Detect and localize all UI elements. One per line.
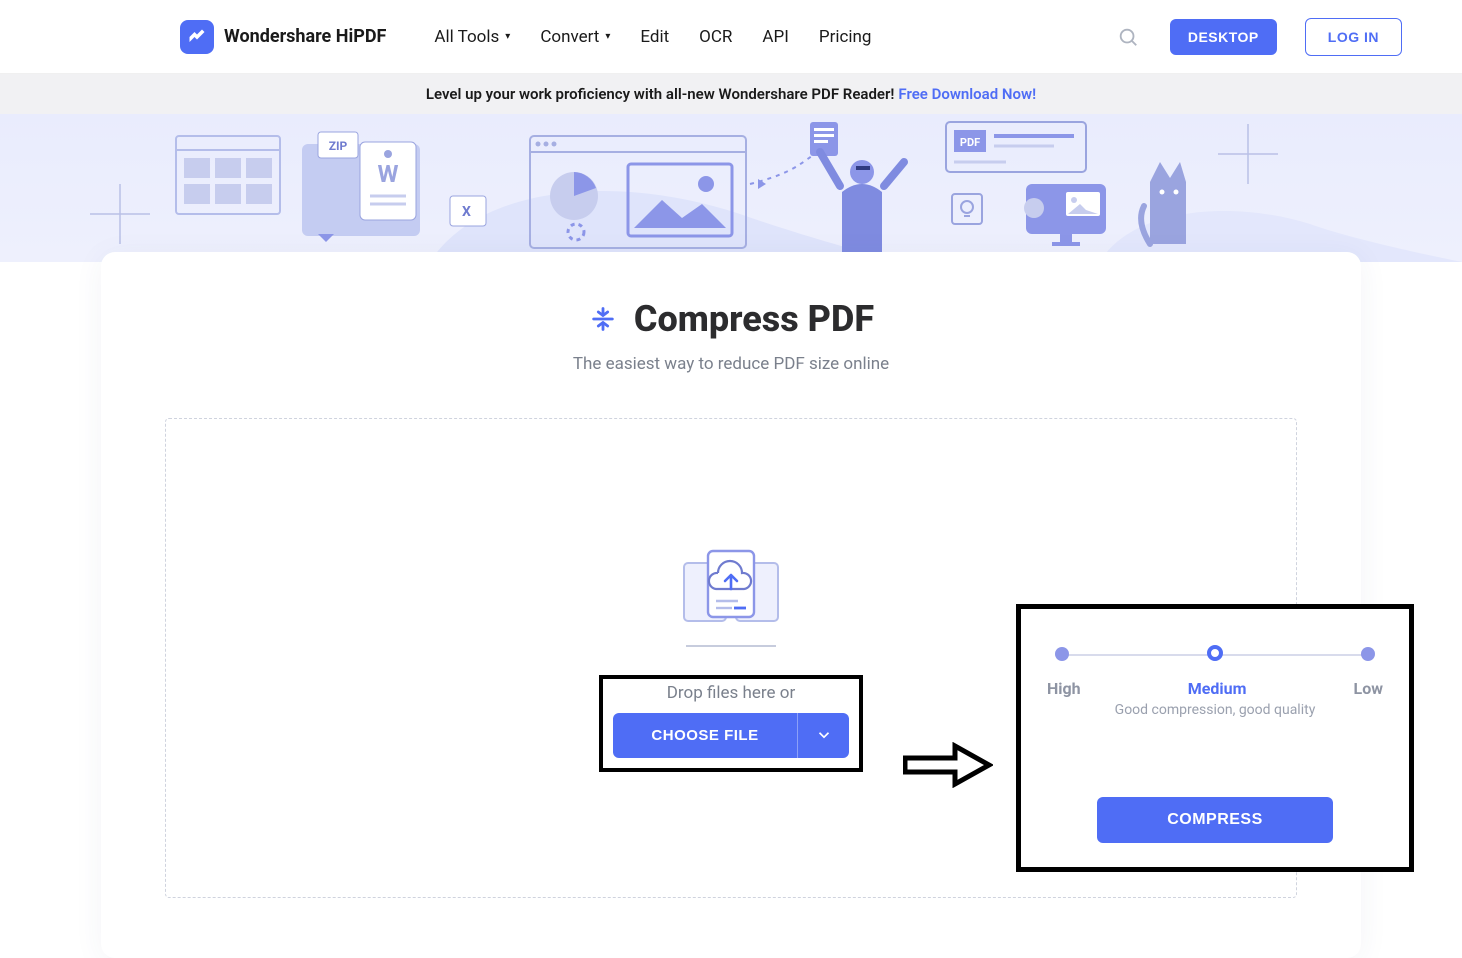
nav-all-tools-label: All Tools	[434, 27, 499, 47]
svg-text:X: X	[462, 204, 471, 220]
compress-button[interactable]: COMPRESS	[1097, 797, 1333, 843]
quality-description: Good compression, good quality	[1047, 702, 1383, 718]
nav-ocr[interactable]: OCR	[699, 27, 732, 47]
nav-convert[interactable]: Convert ▾	[540, 27, 610, 47]
search-icon[interactable]	[1114, 23, 1142, 51]
nav-api[interactable]: API	[762, 27, 788, 47]
compression-options-box: High Medium Low Good compression, good q…	[1016, 604, 1414, 872]
svg-text:W: W	[378, 160, 399, 188]
chevron-down-icon: ▾	[605, 31, 610, 42]
dropzone-hint: Drop files here or	[667, 683, 795, 703]
page-subtitle: The easiest way to reduce PDF size onlin…	[157, 354, 1305, 374]
header: Wondershare HiPDF All Tools ▾ Convert ▾ …	[0, 0, 1462, 74]
arrow-right-icon	[903, 742, 993, 788]
quality-slider[interactable]	[1053, 645, 1377, 665]
nav-pricing[interactable]: Pricing	[819, 27, 872, 47]
upload-cloud-icon	[676, 545, 786, 635]
divider	[686, 645, 776, 647]
choose-file-group: CHOOSE FILE	[613, 713, 849, 758]
brand-icon	[180, 20, 214, 54]
nav-edit[interactable]: Edit	[640, 27, 669, 47]
chevron-down-icon: ▾	[505, 31, 510, 42]
quality-label-medium[interactable]: Medium	[1188, 679, 1247, 698]
svg-text:PDF: PDF	[960, 136, 980, 149]
promo-bar: Level up your work proficiency with all-…	[0, 74, 1462, 114]
quality-label-low[interactable]: Low	[1354, 679, 1383, 698]
quality-high-dot[interactable]	[1055, 647, 1069, 661]
brand-logo[interactable]: Wondershare HiPDF	[180, 20, 386, 54]
desktop-button[interactable]: DESKTOP	[1170, 19, 1277, 55]
quality-labels: High Medium Low	[1047, 679, 1383, 698]
promo-link[interactable]: Free Download Now!	[898, 85, 1036, 103]
dropzone[interactable]: Drop files here or CHOOSE FILE	[165, 418, 1297, 898]
page-title-row: Compress PDF	[157, 298, 1305, 340]
quality-label-high[interactable]: High	[1047, 679, 1081, 698]
choose-file-dropdown[interactable]	[797, 713, 849, 758]
brand-name: Wondershare HiPDF	[224, 26, 386, 47]
nav-all-tools[interactable]: All Tools ▾	[434, 27, 510, 47]
main-card: Compress PDF The easiest way to reduce P…	[101, 252, 1361, 958]
main-nav: All Tools ▾ Convert ▾ Edit OCR API Prici…	[434, 27, 871, 47]
login-button[interactable]: LOG IN	[1305, 18, 1402, 56]
nav-convert-label: Convert	[540, 27, 599, 47]
choose-file-highlight-box: Drop files here or CHOOSE FILE	[599, 675, 863, 772]
chevron-down-icon	[815, 726, 833, 744]
svg-text:ZIP: ZIP	[329, 139, 348, 153]
quality-medium-dot[interactable]	[1207, 645, 1223, 661]
hero-illustration: ZIP W X	[0, 114, 1462, 262]
choose-file-button[interactable]: CHOOSE FILE	[613, 713, 797, 758]
promo-text: Level up your work proficiency with all-…	[426, 85, 895, 103]
quality-low-dot[interactable]	[1361, 647, 1375, 661]
page-title: Compress PDF	[634, 298, 874, 340]
compress-icon	[588, 304, 618, 334]
